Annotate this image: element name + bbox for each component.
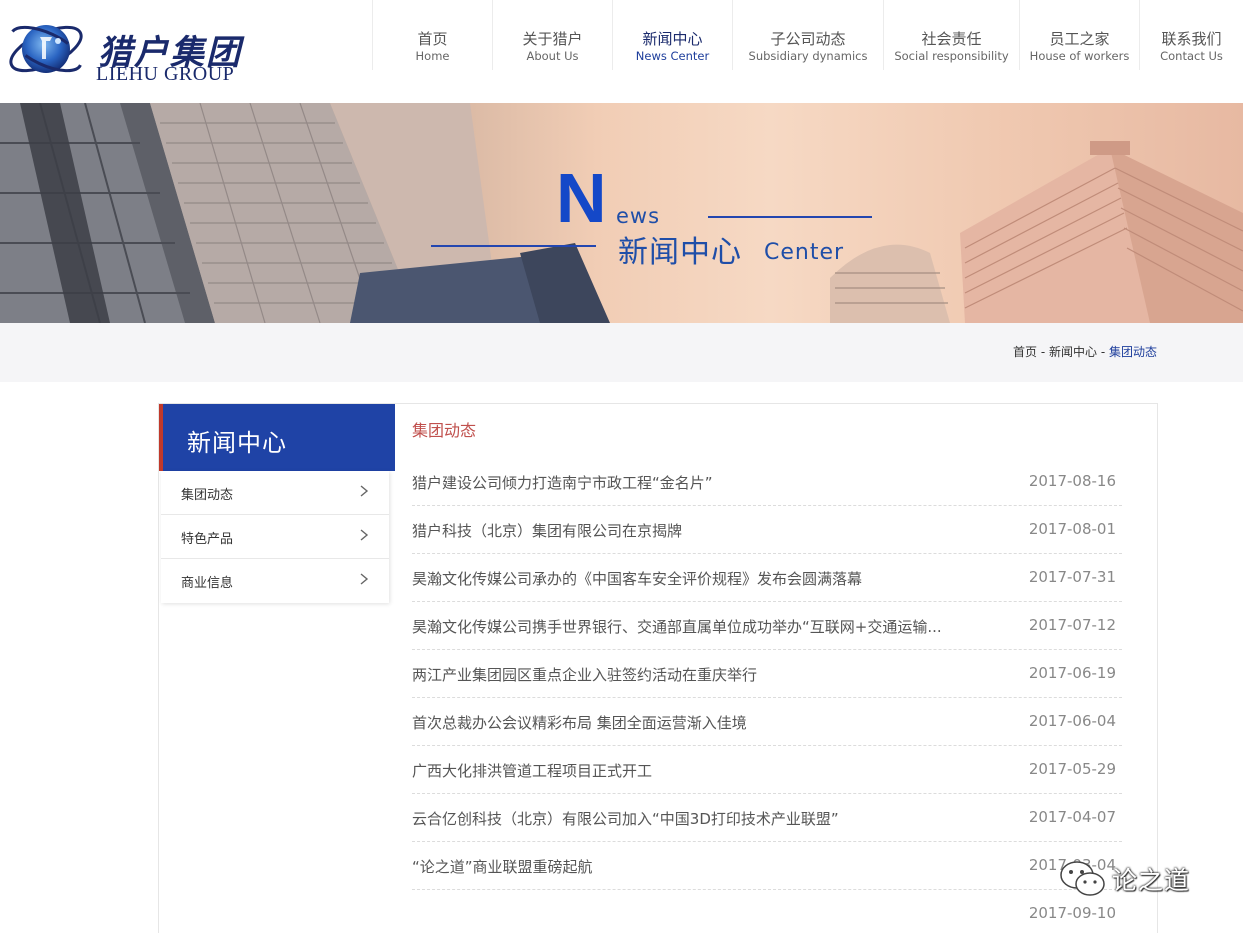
news-date: 2017-07-12: [1028, 616, 1116, 634]
site-logo[interactable]: 猎户集团 LIEHU GROUP: [6, 11, 246, 87]
news-list: 猎户建设公司倾力打造南宁市政工程“金名片” 2017-08-16 猎户科技（北京…: [412, 458, 1122, 933]
nav-label-en: Home: [415, 49, 450, 63]
nav-item-workers[interactable]: 员工之家 House of workers: [1019, 0, 1139, 70]
breadcrumb-current[interactable]: 集团动态: [1109, 345, 1157, 359]
news-list-item[interactable]: 昊瀚文化传媒公司携手世界银行、交通部直属单位成功举办“互联网+交通运输... 2…: [412, 602, 1122, 650]
news-title[interactable]: 广西大化排洪管道工程项目正式开工: [412, 760, 992, 781]
nav-label-en: House of workers: [1029, 49, 1130, 63]
sidebar: 新闻中心 集团动态 特色产品 商业信息: [159, 404, 395, 603]
nav-item-home[interactable]: 首页 Home: [372, 0, 492, 70]
news-list-item[interactable]: 首次总裁办公会议精彩布局 集团全面运营渐入佳境 2017-06-04: [412, 698, 1122, 746]
sidebar-title: 新闻中心: [159, 404, 395, 471]
wechat-watermark: 论之道: [1058, 858, 1218, 902]
nav-label-cn: 员工之家: [1049, 30, 1110, 48]
breadcrumb-separator: -: [1037, 345, 1049, 359]
news-list-item[interactable]: 云合亿创科技（北京）有限公司加入“中国3D打印技术产业联盟” 2017-04-0…: [412, 794, 1122, 842]
news-date: 2017-08-01: [1028, 520, 1116, 538]
banner-title: 新闻中心: [618, 235, 742, 270]
breadcrumb: 首页 - 新闻中心 - 集团动态: [1013, 343, 1157, 360]
news-title[interactable]: 猎户科技（北京）集团有限公司在京揭牌: [412, 520, 992, 541]
sidebar-menu: 集团动态 特色产品 商业信息: [161, 471, 389, 603]
news-date: 2017-06-19: [1028, 664, 1116, 682]
nav-label-en: News Center: [635, 49, 710, 63]
page-banner: N ews 新闻中心 Center: [0, 103, 1243, 323]
sidebar-item-business-info[interactable]: 商业信息: [161, 559, 389, 603]
news-date: 2017-09-10: [1028, 904, 1116, 922]
news-title[interactable]: 昊瀚文化传媒公司承办的《中国客车安全评价规程》发布会圆满落幕: [412, 568, 992, 589]
breadcrumb-home[interactable]: 首页: [1013, 345, 1037, 359]
news-date: 2017-07-31: [1028, 568, 1116, 586]
section-title: 集团动态: [412, 421, 477, 440]
nav-label-en: Subsidiary dynamics: [748, 49, 868, 63]
banner-word-center: Center: [764, 240, 845, 265]
news-title[interactable]: 猎户建设公司倾力打造南宁市政工程“金名片”: [412, 472, 992, 493]
chevron-right-icon: [360, 529, 369, 541]
chevron-right-icon: [360, 485, 369, 497]
news-list-item[interactable]: 昊瀚文化传媒公司承办的《中国客车安全评价规程》发布会圆满落幕 2017-07-3…: [412, 554, 1122, 602]
banner-rule: [431, 245, 596, 247]
nav-label-en: Social responsibility: [894, 49, 1009, 63]
sidebar-item-group-news[interactable]: 集团动态: [161, 471, 389, 515]
news-title[interactable]: “论之道”商业联盟重磅起航: [412, 856, 992, 877]
news-list-item[interactable]: “论之道”商业联盟重磅起航 2017-03-04: [412, 842, 1122, 890]
nav-item-contact[interactable]: 联系我们 Contact Us: [1139, 0, 1243, 70]
sidebar-item-label: 商业信息: [181, 576, 234, 591]
nav-label-cn: 社会责任: [921, 30, 982, 48]
nav-label-cn: 关于猎户: [522, 30, 583, 48]
sidebar-item-label: 特色产品: [181, 532, 234, 547]
news-date: 2017-05-29: [1028, 760, 1116, 778]
nav-item-news-center[interactable]: 新闻中心 News Center: [612, 0, 732, 70]
news-date: 2017-04-07: [1028, 808, 1116, 826]
globe-logo-icon: [9, 25, 83, 73]
banner-word-rest: ews: [616, 204, 661, 228]
banner-rule: [708, 216, 872, 218]
news-title[interactable]: 云合亿创科技（北京）有限公司加入“中国3D打印技术产业联盟”: [412, 808, 992, 829]
brand-name-en: LIEHU GROUP: [96, 63, 235, 85]
banner-big-letter: N: [556, 159, 607, 237]
breadcrumb-separator: -: [1097, 345, 1109, 359]
sidebar-item-featured-products[interactable]: 特色产品: [161, 515, 389, 559]
nav-label-cn: 首页: [417, 30, 448, 48]
site-header: 猎户集团 LIEHU GROUP 首页 Home 关于猎户 About Us 新…: [0, 0, 1243, 103]
nav-label-cn: 新闻中心: [642, 30, 703, 48]
nav-label-cn: 联系我们: [1161, 30, 1222, 48]
wechat-icon: [1060, 861, 1105, 896]
news-list-item[interactable]: 2017-09-10: [412, 890, 1122, 933]
news-title[interactable]: 两江产业集团园区重点企业入驻签约活动在重庆举行: [412, 664, 992, 685]
breadcrumb-section[interactable]: 新闻中心: [1049, 345, 1097, 359]
news-title[interactable]: 首次总裁办公会议精彩布局 集团全面运营渐入佳境: [412, 712, 992, 733]
news-date: 2017-06-04: [1028, 712, 1116, 730]
nav-item-social-responsibility[interactable]: 社会责任 Social responsibility: [883, 0, 1019, 70]
content-panel: 新闻中心 集团动态 特色产品 商业信息 集团动态 猎户建设公司倾力打造南宁市政工…: [158, 403, 1158, 933]
sidebar-item-label: 集团动态: [181, 488, 234, 503]
news-list-item[interactable]: 猎户建设公司倾力打造南宁市政工程“金名片” 2017-08-16: [412, 458, 1122, 506]
nav-label-en: Contact Us: [1160, 49, 1223, 63]
nav-item-subsidiary[interactable]: 子公司动态 Subsidiary dynamics: [732, 0, 883, 70]
nav-label-cn: 子公司动态: [770, 30, 846, 48]
news-list-item[interactable]: 广西大化排洪管道工程项目正式开工 2017-05-29: [412, 746, 1122, 794]
nav-item-about[interactable]: 关于猎户 About Us: [492, 0, 612, 70]
nav-label-en: About Us: [526, 49, 579, 63]
breadcrumb-bar: 首页 - 新闻中心 - 集团动态: [0, 323, 1243, 382]
watermark-text: 论之道: [1112, 866, 1191, 895]
news-title[interactable]: 昊瀚文化传媒公司携手世界银行、交通部直属单位成功举办“互联网+交通运输...: [412, 616, 992, 637]
news-date: 2017-08-16: [1028, 472, 1116, 490]
news-list-item[interactable]: 两江产业集团园区重点企业入驻签约活动在重庆举行 2017-06-19: [412, 650, 1122, 698]
chevron-right-icon: [360, 573, 369, 585]
main-nav: 首页 Home 关于猎户 About Us 新闻中心 News Center 子…: [372, 0, 1243, 70]
news-list-item[interactable]: 猎户科技（北京）集团有限公司在京揭牌 2017-08-01: [412, 506, 1122, 554]
